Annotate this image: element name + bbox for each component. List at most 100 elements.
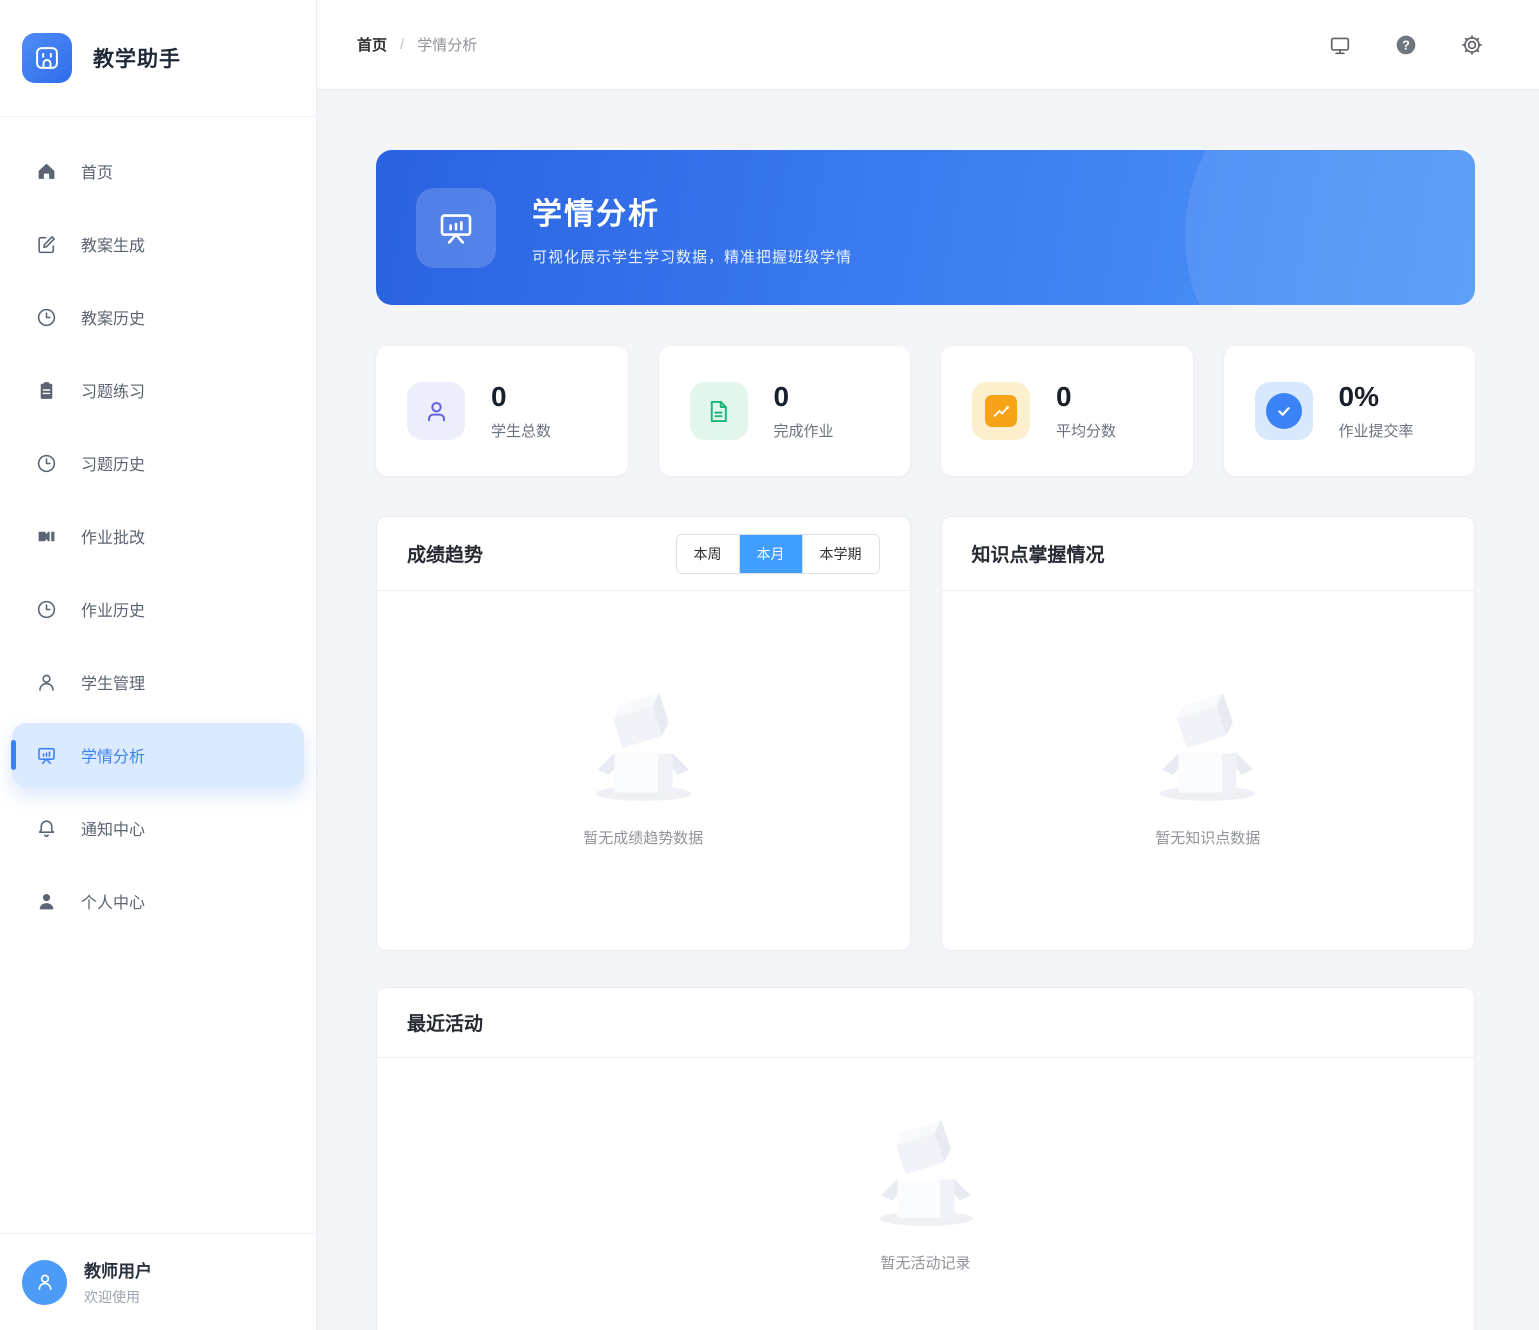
sidebar-item-exercise-history[interactable]: 习题历史 [12, 431, 304, 495]
sidebar-item-label: 作业历史 [81, 603, 146, 620]
page-subtitle: 可视化展示学生学习数据，精准把握班级学情 [532, 248, 853, 266]
sidebar-nav: 首页 教案生成 教案历史 习题练习 习题历史 作业批改 作业历史 学生管理 学情… [0, 117, 316, 1233]
score-trend-empty-state: 暂无成绩趋势数据 [377, 591, 910, 950]
tab-this-semester[interactable]: 本学期 [801, 534, 879, 573]
knowledge-empty-state: 暂无知识点数据 [942, 591, 1475, 950]
grading-icon [36, 526, 57, 547]
sidebar-item-homework-history[interactable]: 作业历史 [12, 577, 304, 641]
page-content: 学情分析 可视化展示学生学习数据，精准把握班级学情 0 学生总数 0 完成作业 … [317, 90, 1539, 1330]
score-trend-panel: 成绩趋势 本周 本月 本学期 暂无成绩趋势数据 [376, 516, 911, 951]
empty-box-illustration [595, 693, 691, 801]
panel-title: 最近活动 [407, 1014, 484, 1035]
sidebar-item-homework-grading[interactable]: 作业批改 [12, 504, 304, 568]
main-area: 首页 / 学情分析 ? 学情分析 可视化展示学生学习数据，精准把握班级学情 0 … [317, 0, 1539, 1330]
score-trend-header: 成绩趋势 本周 本月 本学期 [377, 517, 910, 591]
student-icon [407, 382, 465, 440]
sidebar-item-label: 习题历史 [81, 457, 146, 474]
app-logo-row: 教学助手 [0, 0, 316, 117]
activity-empty-state: 暂无活动记录 [377, 1058, 1474, 1330]
settings-icon[interactable] [1461, 34, 1483, 56]
sidebar-item-exercise-practice[interactable]: 习题练习 [12, 358, 304, 422]
breadcrumb-current: 学情分析 [417, 37, 478, 54]
banner-text: 学情分析 可视化展示学生学习数据，精准把握班级学情 [532, 189, 852, 267]
app-logo [22, 33, 72, 83]
tab-this-month[interactable]: 本月 [738, 534, 802, 573]
clock-icon [36, 453, 57, 474]
sidebar-item-notification-center[interactable]: 通知中心 [12, 796, 304, 860]
monitor-icon[interactable] [1329, 34, 1351, 56]
stat-label: 完成作业 [773, 423, 834, 440]
avatar [22, 1259, 67, 1305]
presentation-icon [36, 745, 57, 766]
sidebar-item-learning-analysis[interactable]: 学情分析 [12, 723, 304, 787]
user-subtitle: 欢迎使用 [84, 1289, 140, 1305]
sidebar-user-card[interactable]: 教师用户 欢迎使用 [0, 1233, 316, 1330]
sidebar-item-home[interactable]: 首页 [12, 139, 304, 203]
svg-text:?: ? [1402, 38, 1410, 52]
tab-this-week[interactable]: 本周 [676, 534, 739, 573]
app-title: 教学助手 [93, 48, 181, 71]
sidebar: 教学助手 首页 教案生成 教案历史 习题练习 习题历史 作业批改 作业历史 学生… [0, 0, 317, 1330]
breadcrumb: 首页 / 学情分析 [357, 34, 477, 55]
school-building-icon [36, 47, 58, 69]
help-icon[interactable]: ? [1395, 34, 1417, 56]
presentation-icon [440, 213, 472, 244]
sidebar-item-label: 作业批改 [81, 530, 146, 547]
bell-icon [36, 818, 57, 839]
stat-value: 0 [491, 381, 507, 412]
check-icon [1254, 382, 1313, 440]
home-icon [36, 161, 57, 182]
knowledge-panel: 知识点掌握情况 暂无知识点数据 [940, 516, 1475, 951]
sidebar-item-label: 习题练习 [81, 384, 146, 401]
empty-text: 暂无知识点数据 [1155, 830, 1261, 847]
edit-icon [36, 234, 57, 255]
sidebar-item-label: 个人中心 [81, 895, 146, 912]
stat-label: 作业提交率 [1338, 423, 1414, 440]
knowledge-header: 知识点掌握情况 [941, 517, 1474, 591]
sidebar-item-label: 教案历史 [81, 311, 146, 328]
sidebar-item-lesson-history[interactable]: 教案历史 [12, 285, 304, 349]
stat-value: 0 [1056, 381, 1072, 412]
panel-title: 知识点掌握情况 [971, 545, 1105, 566]
clipboard-icon [36, 380, 57, 401]
user-name: 教师用户 [84, 1262, 152, 1281]
sidebar-item-label: 学情分析 [81, 749, 146, 766]
recent-activity-panel: 最近活动 暂无活动记录 [376, 987, 1475, 1330]
sidebar-item-personal-center[interactable]: 个人中心 [12, 869, 304, 933]
stat-value: 0 [773, 381, 790, 412]
recent-activity-header: 最近活动 [377, 988, 1474, 1058]
stat-card-students: 0 学生总数 [376, 346, 628, 476]
breadcrumb-home-link[interactable]: 首页 [357, 34, 387, 55]
trend-range-tabs: 本周 本月 本学期 [675, 533, 880, 574]
trend-icon [972, 382, 1030, 440]
empty-text: 暂无活动记录 [880, 1255, 971, 1272]
empty-text: 暂无成绩趋势数据 [583, 830, 704, 847]
sidebar-item-label: 通知中心 [81, 822, 146, 839]
empty-box-illustration [878, 1120, 973, 1226]
breadcrumb-separator: / [400, 36, 405, 53]
page-title: 学情分析 [532, 197, 660, 231]
sidebar-item-label: 首页 [81, 165, 114, 182]
stat-card-average-score: 0 平均分数 [941, 346, 1193, 476]
person-icon [36, 891, 57, 912]
topbar: 首页 / 学情分析 ? [317, 0, 1539, 90]
banner-decoration-circle [1185, 150, 1475, 305]
stat-value: 0% [1338, 381, 1379, 412]
sidebar-item-lesson-generate[interactable]: 教案生成 [12, 212, 304, 276]
banner-icon-chip [416, 187, 496, 268]
panel-title: 成绩趋势 [407, 545, 484, 566]
stat-label: 学生总数 [491, 423, 552, 440]
document-icon [689, 382, 748, 440]
stat-label: 平均分数 [1056, 423, 1117, 440]
stat-card-submit-rate: 0% 作业提交率 [1223, 346, 1475, 476]
sidebar-item-student-management[interactable]: 学生管理 [12, 650, 304, 714]
page-banner: 学情分析 可视化展示学生学习数据，精准把握班级学情 [376, 150, 1475, 305]
stat-cards: 0 学生总数 0 完成作业 0 平均分数 0% 作业提交率 [376, 346, 1475, 476]
stat-card-homework-done: 0 完成作业 [658, 346, 910, 476]
user-icon [36, 672, 57, 693]
sidebar-item-label: 教案生成 [81, 238, 146, 255]
chart-panels-row: 成绩趋势 本周 本月 本学期 暂无成绩趋势数据 知识点掌握情况 暂无知识点数据 [376, 516, 1475, 951]
clock-icon [36, 599, 57, 620]
topbar-actions: ? [1329, 34, 1483, 56]
clock-icon [36, 307, 57, 328]
